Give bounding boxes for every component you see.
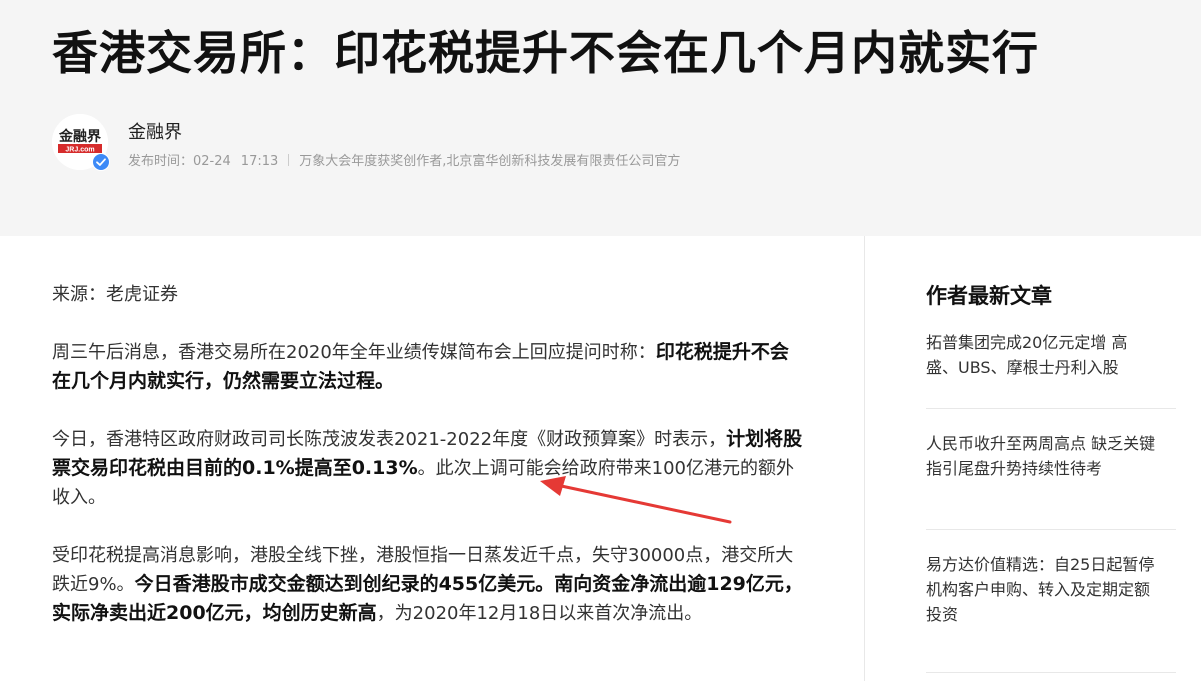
publish-date: 02-24 [193, 154, 231, 169]
page-title: 香港交易所：印花税提升不会在几个月内就实行 [52, 26, 1039, 80]
article-paragraph-1: 周三午后消息，香港交易所在2020年全年业绩传媒简布会上回应提问时称：印花税提升… [52, 338, 806, 396]
sidebar-article-list: 拓普集团完成20亿元定增 高 盛、UBS、摩根士丹利入股 人民币收升至两周高点 … [926, 330, 1176, 673]
red-arrow-annotation [540, 476, 732, 524]
p1-text: 周三午后消息，香港交易所在2020年全年业绩传媒简布会上回应提问时称： [52, 342, 656, 363]
sidebar-article-1-line2: 盛、UBS、摩根士丹利入股 [926, 358, 1119, 377]
logo-domain-text: JRJ.com [65, 147, 94, 154]
sidebar-article-2[interactable]: 人民币收升至两周高点 缺乏关键 指引尾盘升势持续性待考 [926, 409, 1176, 530]
sidebar-article-1-line1: 拓普集团完成20亿元定增 高 [926, 333, 1128, 352]
sidebar-article-3-line3: 投资 [926, 605, 959, 624]
p2-text-a: 今日，香港特区政府财政司司长陈茂波发表2021-2022年度《财政预算案》时表示… [52, 429, 727, 450]
sidebar-article-2-line2: 指引尾盘升势持续性待考 [926, 459, 1103, 478]
author-description: 万象大会年度获奖创作者,北京富华创新科技发展有限责任公司官方 [299, 154, 681, 169]
article-paragraph-3: 受印花税提高消息影响，港股全线下挫，港股恒指一日蒸发近千点，失守30000点，港… [52, 541, 806, 628]
publish-label: 发布时间： [128, 154, 194, 169]
verified-badge-icon [92, 153, 110, 171]
publish-meta: 发布时间：02-24 17:13 万象大会年度获奖创作者,北京富华创新科技发展有限责… [128, 150, 744, 169]
sidebar-article-1[interactable]: 拓普集团完成20亿元定增 高 盛、UBS、摩根士丹利入股 [926, 330, 1176, 409]
meta-separator [288, 154, 290, 166]
column-divider [864, 236, 865, 681]
article-header: 香港交易所：印花税提升不会在几个月内就实行 金融界 JRJ.com 金融界 发布… [0, 0, 1201, 236]
sidebar-article-3[interactable]: 易方达价值精选：自25日起暂停 机构客户申购、转入及定期定额 投资 [926, 530, 1176, 673]
sidebar-article-3-line1: 易方达价值精选：自25日起暂停 [926, 555, 1155, 574]
p3-text-b: ，为2020年12月18日以来首次净流出。 [376, 603, 703, 624]
sidebar-article-2-line1: 人民币收升至两周高点 缺乏关键 [926, 434, 1156, 453]
sidebar-article-3-line2: 机构客户申购、转入及定期定额 [926, 580, 1151, 599]
sidebar-title: 作者最新文章 [926, 284, 1052, 308]
article-source: 来源：老虎证券 [52, 284, 178, 305]
logo-text: 金融界 [58, 128, 102, 144]
author-name[interactable]: 金融界 [128, 118, 182, 144]
publish-time: 17:13 [240, 154, 279, 169]
